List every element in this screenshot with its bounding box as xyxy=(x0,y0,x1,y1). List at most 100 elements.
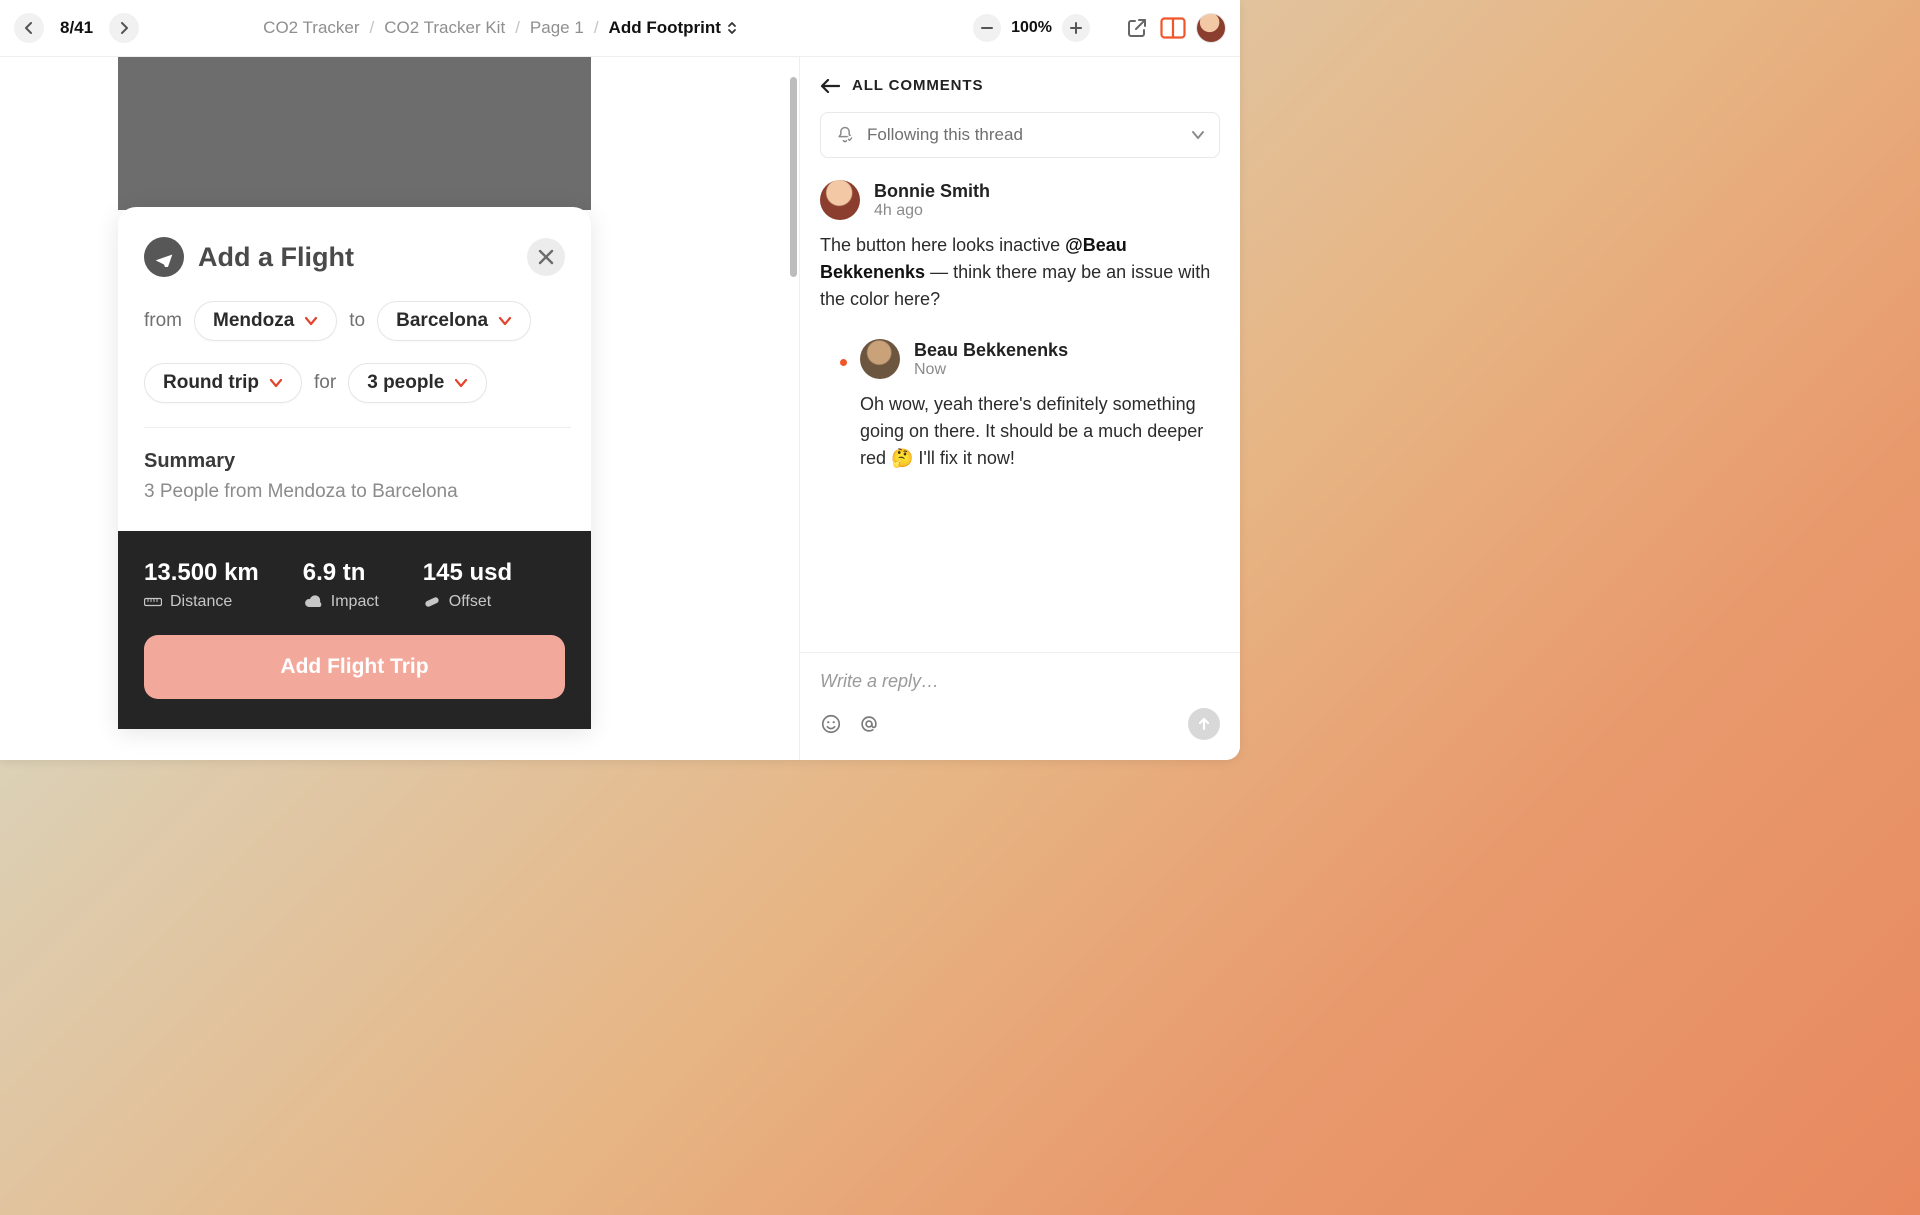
summary: Summary 3 People from Mendoza to Barcelo… xyxy=(118,428,591,531)
reply-tools xyxy=(820,708,1220,740)
breadcrumb-sep: / xyxy=(594,18,599,38)
unread-dot-icon xyxy=(840,359,847,366)
stat-offset: 145 usd Offset xyxy=(423,559,512,611)
follow-label: Following this thread xyxy=(867,125,1023,145)
follow-thread-select[interactable]: Following this thread xyxy=(820,112,1220,158)
flight-card-header: Add a Flight xyxy=(118,207,591,295)
comment-author: Beau Bekkenenks xyxy=(914,340,1068,361)
breadcrumb-item[interactable]: Page 1 xyxy=(530,18,584,38)
comment-reply: Beau Bekkenenks Now Oh wow, yeah there's… xyxy=(846,339,1220,472)
updown-icon xyxy=(727,21,737,35)
offset-label: Offset xyxy=(449,593,491,611)
breadcrumb-item[interactable]: CO2 Tracker Kit xyxy=(384,18,505,38)
stat-impact: 6.9 tn Impact xyxy=(303,559,379,611)
zoom-out-button[interactable] xyxy=(973,14,1001,42)
mention-button[interactable] xyxy=(858,713,880,735)
app-window: 8/41 CO2 Tracker / CO2 Tracker Kit / Pag… xyxy=(0,0,1240,760)
bandage-icon xyxy=(423,595,441,609)
comment-time: 4h ago xyxy=(874,202,990,220)
impact-value: 6.9 tn xyxy=(303,559,379,587)
plus-icon xyxy=(1070,22,1082,34)
comment-author: Bonnie Smith xyxy=(874,181,990,202)
next-page-button[interactable] xyxy=(109,13,139,43)
chevron-right-icon xyxy=(119,22,129,34)
plane-badge xyxy=(144,237,184,277)
comment-avatar[interactable] xyxy=(820,180,860,220)
comment-body: The button here looks inactive @Beau Bek… xyxy=(820,232,1220,313)
ruler-icon xyxy=(144,596,162,608)
smile-icon xyxy=(820,713,842,735)
trip-type-select[interactable]: Round trip xyxy=(144,363,302,403)
to-value: Barcelona xyxy=(396,310,488,332)
cloud-icon xyxy=(303,595,323,609)
chevron-down-icon xyxy=(269,378,283,388)
add-flight-button[interactable]: Add Flight Trip xyxy=(144,635,565,699)
breadcrumb-sep: / xyxy=(370,18,375,38)
arrow-up-icon xyxy=(1197,717,1211,731)
artboard-backdrop xyxy=(118,57,591,210)
chevron-down-icon xyxy=(454,378,468,388)
minus-icon xyxy=(981,22,993,34)
from-select[interactable]: Mendoza xyxy=(194,301,337,341)
comment-time: Now xyxy=(914,361,1068,379)
zoom-level: 100% xyxy=(1011,19,1052,37)
comment-avatar[interactable] xyxy=(860,339,900,379)
chevron-left-icon xyxy=(24,22,34,34)
comment-item: Bonnie Smith 4h ago The button here look… xyxy=(820,180,1220,472)
scrollbar[interactable] xyxy=(790,77,797,277)
zoom-in-button[interactable] xyxy=(1062,14,1090,42)
breadcrumb-item[interactable]: CO2 Tracker xyxy=(263,18,359,38)
emoji-button[interactable] xyxy=(820,713,842,735)
canvas[interactable]: Add a Flight from Mendoza to Barcelona xyxy=(0,57,799,760)
comment-text: The button here looks inactive xyxy=(820,235,1065,255)
close-button[interactable] xyxy=(527,238,565,276)
flight-stats: 13.500 km Distance 6.9 tn Impact xyxy=(118,531,591,729)
reply-box: Write a reply… xyxy=(800,652,1240,760)
app-body: Add a Flight from Mendoza to Barcelona xyxy=(0,57,1240,760)
flight-card: Add a Flight from Mendoza to Barcelona xyxy=(118,207,591,729)
stat-distance: 13.500 km Distance xyxy=(144,559,259,611)
for-label: for xyxy=(314,372,336,394)
bell-check-icon xyxy=(835,125,855,145)
stats-row: 13.500 km Distance 6.9 tn Impact xyxy=(144,559,565,611)
breadcrumb-current[interactable]: Add Footprint xyxy=(609,18,737,38)
comments-header: ALL COMMENTS xyxy=(800,57,1240,104)
send-button[interactable] xyxy=(1188,708,1220,740)
topbar: 8/41 CO2 Tracker / CO2 Tracker Kit / Pag… xyxy=(0,0,1240,57)
options-row: Round trip for 3 people xyxy=(118,357,591,409)
to-select[interactable]: Barcelona xyxy=(377,301,531,341)
zoom-controls: 100% xyxy=(973,13,1226,43)
distance-value: 13.500 km xyxy=(144,559,259,587)
route-row: from Mendoza to Barcelona xyxy=(118,295,591,347)
chevron-down-icon xyxy=(1191,130,1205,140)
open-external-button[interactable] xyxy=(1124,15,1150,41)
breadcrumb: CO2 Tracker / CO2 Tracker Kit / Page 1 /… xyxy=(263,18,737,38)
page-counter: 8/41 xyxy=(60,18,93,38)
from-value: Mendoza xyxy=(213,310,294,332)
from-label: from xyxy=(144,310,182,332)
plane-icon xyxy=(154,247,174,267)
close-icon xyxy=(538,249,554,265)
impact-label: Impact xyxy=(331,593,379,611)
people-select[interactable]: 3 people xyxy=(348,363,487,403)
user-avatar[interactable] xyxy=(1196,13,1226,43)
breadcrumb-current-label: Add Footprint xyxy=(609,18,721,38)
chevron-down-icon xyxy=(304,316,318,326)
reply-input[interactable]: Write a reply… xyxy=(820,671,1220,692)
comments-panel: ALL COMMENTS Following this thread Bonni… xyxy=(799,57,1240,760)
at-icon xyxy=(858,713,880,735)
comment-thread: Bonnie Smith 4h ago The button here look… xyxy=(800,158,1240,652)
summary-text: 3 People from Mendoza to Barcelona xyxy=(144,481,565,503)
prev-page-button[interactable] xyxy=(14,13,44,43)
toggle-comments-button[interactable] xyxy=(1160,15,1186,41)
comment-body: Oh wow, yeah there's definitely somethin… xyxy=(860,391,1220,472)
to-label: to xyxy=(349,310,365,332)
comments-title: ALL COMMENTS xyxy=(852,77,983,94)
back-button[interactable] xyxy=(820,79,840,93)
comment-meta: Beau Bekkenenks Now xyxy=(860,339,1220,379)
arrow-left-icon xyxy=(820,79,840,93)
sidepanel-icon xyxy=(1160,17,1186,39)
people-value: 3 people xyxy=(367,372,444,394)
summary-title: Summary xyxy=(144,450,565,473)
chevron-down-icon xyxy=(498,316,512,326)
